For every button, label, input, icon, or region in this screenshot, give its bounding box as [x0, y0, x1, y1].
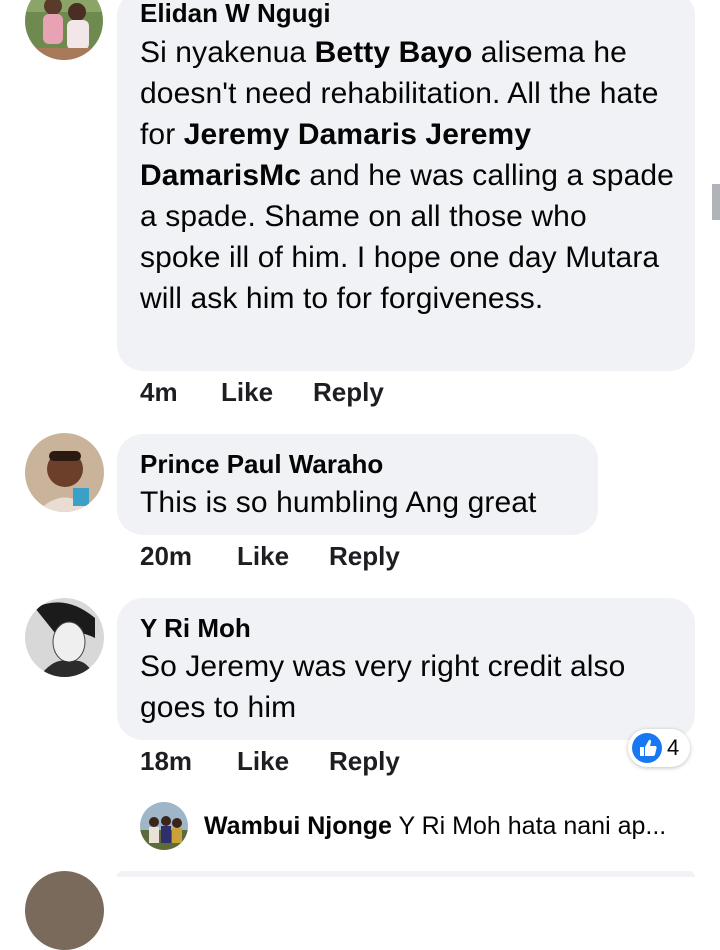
- avatar-photo-icon: [140, 802, 188, 850]
- thumbs-up-icon: [632, 733, 662, 763]
- like-button[interactable]: Like: [221, 377, 273, 407]
- avatar-y-ri-moh[interactable]: [25, 598, 104, 677]
- comment-text: Si nyakenua Betty Bayo alisema he doesn'…: [140, 36, 674, 315]
- like-button[interactable]: Like: [237, 746, 289, 776]
- mention-betty-bayo[interactable]: Betty Bayo: [315, 36, 473, 69]
- reply-button[interactable]: Reply: [329, 746, 400, 776]
- reply-author[interactable]: Wambui Njonge: [204, 812, 392, 840]
- comment-text: This is so humbling Ang great: [140, 486, 537, 519]
- comment-bubble: [117, 871, 695, 877]
- reply-preview[interactable]: Wambui Njonge Y Ri Moh hata nani ap...: [204, 811, 666, 841]
- like-button[interactable]: Like: [237, 541, 289, 571]
- comment-author[interactable]: Y Ri Moh: [140, 613, 251, 643]
- reply-text: Y Ri Moh hata nani ap...: [398, 812, 667, 840]
- comment-author[interactable]: Elidan W Ngugi: [140, 0, 331, 28]
- reply-button[interactable]: Reply: [329, 541, 400, 571]
- avatar-photo-icon: [25, 0, 103, 60]
- comment-time[interactable]: 20m: [140, 541, 192, 571]
- avatar-wambui[interactable]: [140, 802, 188, 850]
- comment-time[interactable]: 18m: [140, 746, 192, 776]
- avatar-photo-icon: [25, 598, 104, 677]
- avatar-elidan[interactable]: [25, 0, 103, 60]
- avatar-prince-paul[interactable]: [25, 433, 104, 512]
- scrollbar-thumb[interactable]: [712, 184, 720, 220]
- comment-author[interactable]: Prince Paul Waraho: [140, 449, 383, 479]
- reply-button[interactable]: Reply: [313, 377, 384, 407]
- avatar-photo-icon: [25, 433, 104, 512]
- comment-text: So Jeremy was very right credit also goe…: [140, 650, 626, 724]
- avatar-next[interactable]: [25, 871, 104, 950]
- comment-time[interactable]: 4m: [140, 377, 178, 407]
- reaction-badge[interactable]: 4: [628, 729, 690, 767]
- reaction-count: 4: [667, 735, 680, 760]
